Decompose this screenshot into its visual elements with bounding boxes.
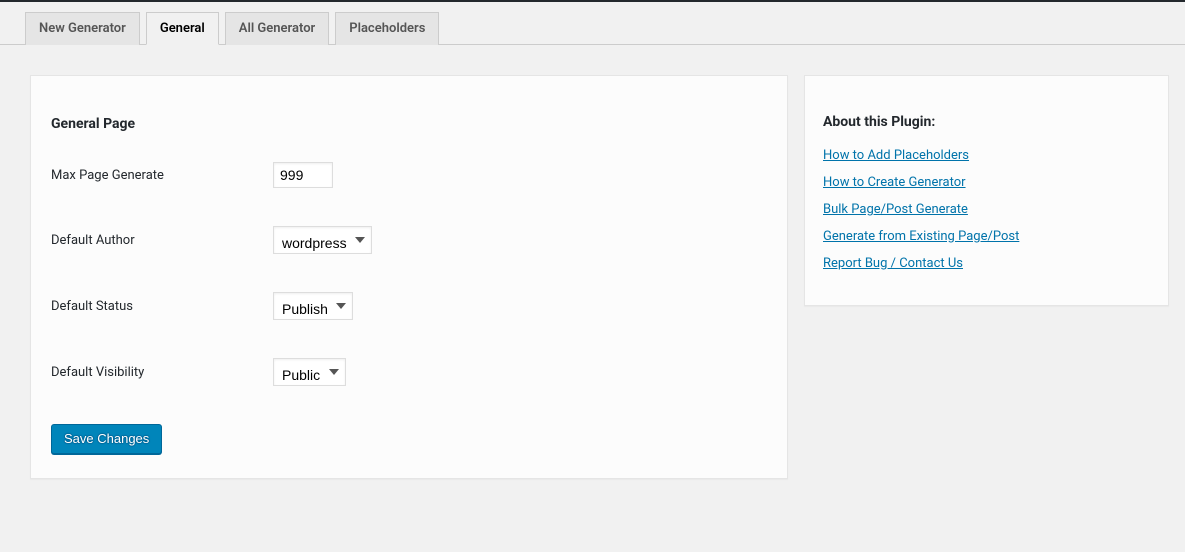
label-default-status: Default Status [51,299,273,314]
content-area: General Page Max Page Generate Default A… [0,45,1185,479]
link-report-bug-contact[interactable]: Report Bug / Contact Us [823,256,963,271]
tab-all-generator[interactable]: All Generator [225,12,329,45]
select-default-author[interactable]: wordpress [273,226,372,254]
tab-new-generator[interactable]: New Generator [25,12,140,45]
row-default-author: Default Author wordpress [51,226,767,254]
tabs: New Generator General All Generator Plac… [25,11,1165,44]
submit-row: Save Changes [51,424,767,454]
label-default-visibility: Default Visibility [51,365,273,380]
input-max-page[interactable] [273,162,333,188]
select-default-status[interactable]: Publish [273,292,353,320]
link-how-to-add-placeholders[interactable]: How to Add Placeholders [823,148,969,163]
main-panel: General Page Max Page Generate Default A… [30,75,788,479]
link-how-to-create-generator[interactable]: How to Create Generator [823,175,966,190]
label-default-author: Default Author [51,233,273,248]
panel-heading: General Page [51,116,767,132]
row-max-page: Max Page Generate [51,162,767,188]
tab-general[interactable]: General [146,12,219,45]
row-default-status: Default Status Publish [51,292,767,320]
save-changes-button[interactable]: Save Changes [51,424,162,454]
tab-placeholders[interactable]: Placeholders [335,12,439,45]
sidebar-links: How to Add Placeholders How to Create Ge… [823,148,1150,271]
tabs-wrapper: New Generator General All Generator Plac… [0,2,1185,45]
sidebar-panel: About this Plugin: How to Add Placeholde… [804,75,1169,306]
sidebar-heading: About this Plugin: [823,114,1150,130]
link-bulk-page-post-generate[interactable]: Bulk Page/Post Generate [823,202,968,217]
label-max-page: Max Page Generate [51,168,273,183]
row-default-visibility: Default Visibility Public [51,358,767,386]
form-table: Max Page Generate Default Author wordpre… [51,162,767,454]
link-generate-from-existing[interactable]: Generate from Existing Page/Post [823,229,1019,244]
select-default-visibility[interactable]: Public [273,358,346,386]
